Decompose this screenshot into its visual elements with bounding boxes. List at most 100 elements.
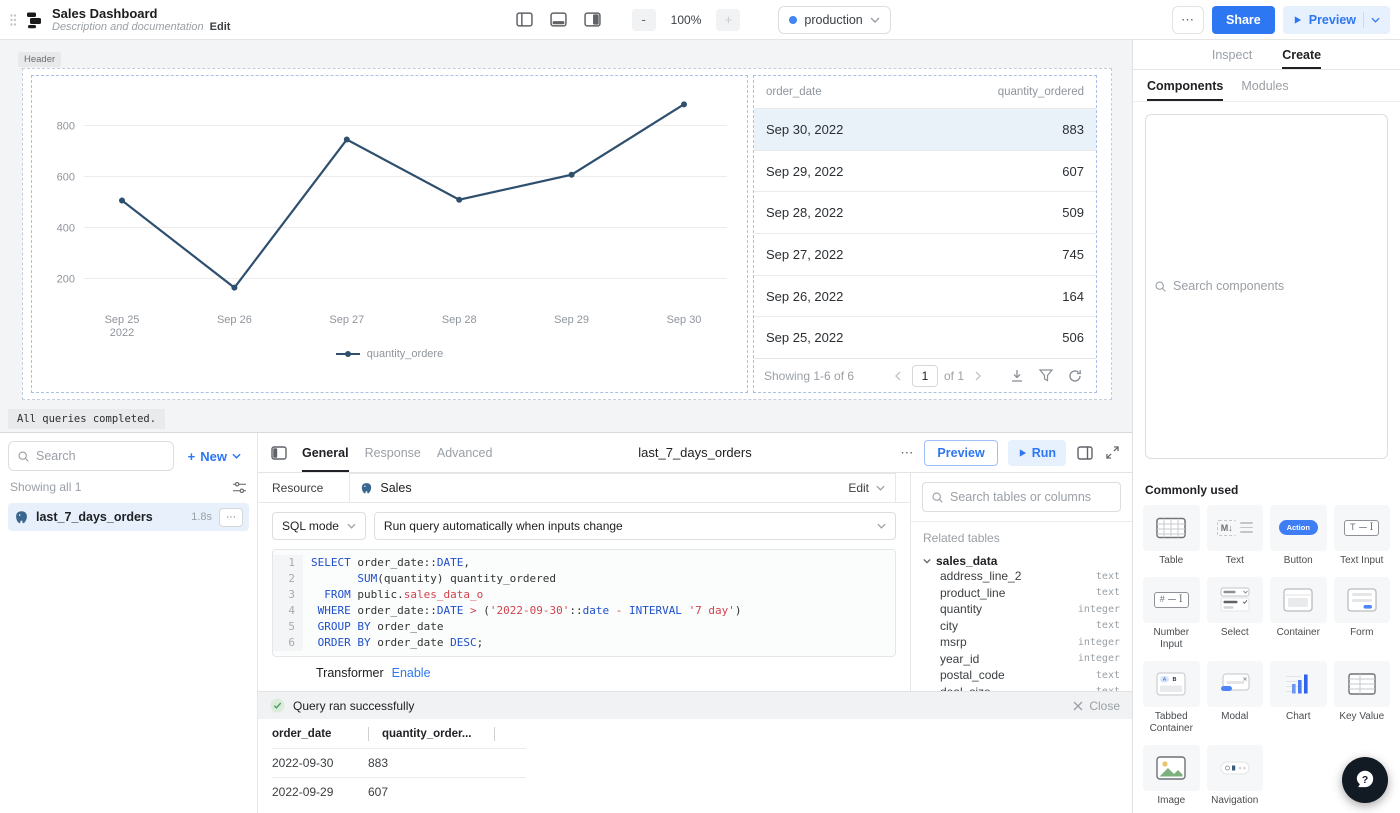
panel-tab-create[interactable]: Create [1282,40,1321,69]
header-frame-tag[interactable]: Header [18,52,61,67]
download-icon[interactable] [1010,369,1024,383]
resource-tab[interactable]: Sales Edit [349,473,896,502]
component-tile-number-input[interactable]: #INumber Input [1143,577,1200,651]
next-page-button[interactable] [970,364,986,388]
refresh-icon[interactable] [1068,369,1082,383]
component-tile-text[interactable]: M↓Text [1207,505,1264,567]
table-row[interactable]: Sep 30, 2022883 [754,108,1096,150]
editor-tab-response[interactable]: Response [365,433,421,472]
environment-selector[interactable]: production [778,6,890,34]
zoom-out-button[interactable]: - [632,9,656,31]
svg-text:400: 400 [57,223,75,235]
column-name: year_id [940,652,979,666]
toast-close-button[interactable]: Close [1089,699,1120,713]
code-line[interactable]: 5 GROUP BY order_date [273,619,895,635]
prev-page-button[interactable] [890,364,906,388]
app-description: Description and documentation [52,21,204,33]
component-tile-navigation[interactable]: Navigation [1207,745,1264,807]
schema-column-row[interactable]: quantityinteger [940,601,1120,618]
app-logo-icon[interactable] [24,10,44,30]
filter-sliders-icon[interactable] [232,481,247,494]
results-row[interactable]: 2022-09-29607 [272,777,526,806]
chevron-down-icon[interactable] [876,485,885,491]
code-line[interactable]: 4 WHERE order_date::DATE > ('2022-09-30'… [273,603,895,619]
query-search-input[interactable]: Search [8,441,174,471]
component-tile-button[interactable]: ActionButton [1270,505,1327,567]
component-tile-modal[interactable]: Modal [1207,661,1264,735]
page-number-input[interactable]: 1 [912,365,938,387]
table-row[interactable]: Sep 26, 2022164 [754,275,1096,317]
component-tile-chart[interactable]: Chart [1270,661,1327,735]
toggle-bottom-panel-button[interactable] [546,8,572,32]
panel-tab-inspect[interactable]: Inspect [1212,40,1252,69]
help-button[interactable]: ? [1342,757,1388,803]
component-tile-select[interactable]: Select [1207,577,1264,651]
schema-column-row[interactable]: citytext [940,618,1120,635]
results-row[interactable]: 2022-09-30883 [272,748,526,777]
editor-panel-toggle-icon[interactable] [270,441,288,465]
order-date-cell: Sep 28, 2022 [766,205,843,220]
schema-column-row[interactable]: msrpinteger [940,634,1120,651]
preview-button[interactable]: Preview [1283,6,1390,34]
drag-handle-icon[interactable] [10,13,16,27]
editor-right-panel-icon[interactable] [1076,441,1094,465]
expand-icon[interactable] [1104,441,1120,465]
schema-column-row[interactable]: postal_codetext [940,667,1120,684]
new-query-button[interactable]: + New [180,449,249,464]
code-line[interactable]: 2 SUM(quantity) quantity_ordered [273,571,895,587]
table-row[interactable]: Sep 29, 2022607 [754,150,1096,192]
editor-tab-general[interactable]: General [302,433,349,472]
quantity-cell: 509 [1062,205,1084,220]
zoom-in-button[interactable]: + [716,9,740,31]
subtab-components[interactable]: Components [1147,70,1223,101]
query-list-item[interactable]: last_7_days_orders 1.8s ⋯ [8,503,249,531]
share-button[interactable]: Share [1212,6,1275,34]
line-chart-component[interactable]: 200400600800Sep 252022Sep 26Sep 27Sep 28… [31,75,748,393]
code-line[interactable]: 6 ORDER BY order_date DESC; [273,635,895,651]
sql-code-editor[interactable]: 1SELECT order_date::DATE,2 SUM(quantity)… [272,549,896,657]
schema-column-row[interactable]: deal_sizetext [940,684,1120,692]
transformer-enable-link[interactable]: Enable [392,666,431,680]
toggle-right-panel-button[interactable] [580,8,606,32]
filter-icon[interactable] [1039,369,1053,383]
schema-table-row[interactable]: sales_data [923,554,1120,568]
schema-search-input[interactable]: Search tables or columns [922,482,1121,512]
chart-legend[interactable]: quantity_ordere [32,348,747,360]
close-icon[interactable] [1073,701,1083,711]
query-run-button[interactable]: Run [1008,440,1066,466]
component-tile-container[interactable]: Container [1270,577,1327,651]
code-line[interactable]: 1SELECT order_date::DATE, [273,555,895,571]
table-row[interactable]: Sep 25, 2022506 [754,316,1096,358]
component-search-input[interactable]: Search components [1145,114,1388,459]
resource-edit-button[interactable]: Edit [848,481,869,495]
component-tile-text-input[interactable]: TIText Input [1334,505,1391,567]
component-tile-image[interactable]: Image [1143,745,1200,807]
component-tile-table[interactable]: Table [1143,505,1200,567]
column-header-quantity-ordered[interactable]: quantity_ordered [998,86,1084,98]
subtab-modules[interactable]: Modules [1241,70,1288,101]
component-tile-form[interactable]: Form [1334,577,1391,651]
column-type: integer [1078,604,1120,615]
editor-tab-advanced[interactable]: Advanced [437,433,493,472]
component-tile-tabbed-container[interactable]: ABTabbed Container [1143,661,1200,735]
run-trigger-select[interactable]: Run query automatically when inputs chan… [374,512,896,540]
component-tile-key-value[interactable]: Key Value [1334,661,1391,735]
schema-column-row[interactable]: address_line_2text [940,568,1120,585]
code-line[interactable]: 3 FROM public.sales_data_o [273,587,895,603]
chevron-down-icon[interactable] [1371,17,1380,23]
column-header-order-date[interactable]: order_date [766,86,822,98]
schema-column-row[interactable]: product_linetext [940,585,1120,602]
query-more-button[interactable]: ⋯ [219,508,243,527]
schema-column-row[interactable]: year_idinteger [940,651,1120,668]
results-column-header[interactable]: quantity_order... [382,728,494,740]
table-row[interactable]: Sep 28, 2022 509 [754,191,1096,233]
query-preview-button[interactable]: Preview [924,440,997,466]
editor-more-button[interactable]: ⋯ [900,445,914,461]
table-component[interactable]: order_date quantity_ordered Sep 30, 2022… [753,75,1097,393]
table-row[interactable]: Sep 27, 2022745 [754,233,1096,275]
query-mode-select[interactable]: SQL mode [272,512,366,540]
topbar-more-button[interactable]: ⋯ [1172,6,1204,34]
edit-description-button[interactable]: Edit [210,21,231,33]
toggle-left-panel-button[interactable] [512,8,538,32]
results-column-header[interactable]: order_date [272,728,368,740]
